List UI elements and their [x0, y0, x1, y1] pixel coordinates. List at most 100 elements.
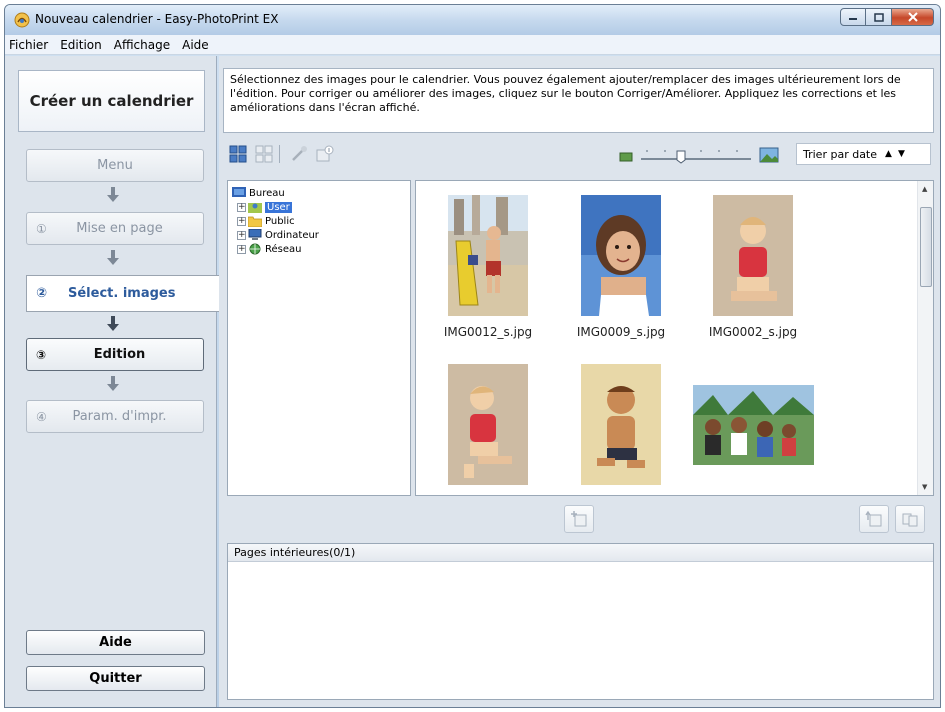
toolbar-separator	[279, 145, 280, 163]
photo-thumbnail[interactable]	[581, 364, 661, 485]
expand-icon[interactable]: +	[237, 202, 246, 212]
tree-label: User	[265, 201, 292, 213]
thumbnail-caption: IMG0012_s.jpg	[443, 325, 533, 339]
scrollbar-thumb[interactable]	[920, 207, 932, 287]
menu-button[interactable]: Menu	[26, 149, 204, 182]
tree-item-user[interactable]: + User	[237, 200, 292, 214]
thumbnail-area: IMG0012_s.jpg IMG0009_s.jpg IMG0002_s.jp…	[415, 180, 934, 496]
tree-label: Réseau	[265, 243, 302, 255]
main-area: Sélectionnez des images pour le calendri…	[219, 56, 940, 707]
user-folder-icon	[248, 203, 262, 213]
menu-edition[interactable]: Edition	[54, 38, 108, 52]
tree-item-ordinateur[interactable]: + Ordinateur	[237, 228, 319, 242]
thumbnail-caption: IMG0009_s.jpg	[576, 325, 666, 339]
step-select-images[interactable]: ② Sélect. images	[26, 275, 219, 312]
menu-aide[interactable]: Aide	[176, 38, 215, 52]
small-image-icon	[619, 152, 633, 162]
maximize-button[interactable]	[866, 8, 892, 26]
zoom-slider[interactable]	[637, 146, 755, 164]
sort-dropdown[interactable]: Trier par date ▲ ▼	[796, 143, 931, 165]
chevron-down-icon[interactable]: ▼	[898, 149, 905, 159]
scroll-down-icon[interactable]: ▼	[922, 483, 927, 491]
tree-label: Bureau	[249, 187, 285, 199]
folder-tree: Bureau + User + Public + Ordinateur + Ré…	[227, 180, 411, 496]
app-icon	[14, 12, 30, 28]
move-image-icon	[865, 510, 882, 527]
inner-pages-panel: Pages intérieures(0/1)	[227, 543, 934, 700]
photo-thumbnail[interactable]	[448, 364, 528, 485]
step-label: Sélect. images	[68, 286, 176, 301]
tree-item-bureau[interactable]: Bureau	[232, 186, 285, 200]
step-param-impr[interactable]: ④ Param. d'impr.	[26, 400, 204, 433]
network-icon	[249, 243, 261, 255]
minimize-button[interactable]	[840, 8, 866, 26]
step-number: ①	[36, 221, 47, 236]
step-number: ④	[36, 409, 47, 424]
expand-icon[interactable]: +	[237, 216, 246, 226]
step-label: Param. d'impr.	[72, 409, 167, 424]
close-button[interactable]	[892, 8, 934, 26]
thumbnail-caption: IMG0002_s.jpg	[708, 325, 798, 339]
minimize-icon	[849, 18, 857, 20]
step-number: ②	[36, 286, 48, 301]
quit-button[interactable]: Quitter	[26, 666, 205, 691]
tree-item-public[interactable]: + Public	[237, 214, 295, 228]
step-label: Mise en page	[76, 221, 163, 236]
instructions-text: Sélectionnez des images pour le calendri…	[223, 68, 934, 133]
add-image-button[interactable]	[564, 505, 594, 533]
step-label: Edition	[93, 347, 146, 362]
select-all-icon	[229, 145, 247, 163]
photo-thumbnail[interactable]	[448, 195, 528, 316]
close-icon	[907, 12, 918, 22]
expand-icon[interactable]: +	[237, 244, 246, 254]
arrow-down-icon	[107, 250, 119, 265]
toolbar: Trier par date ▲ ▼	[223, 140, 936, 168]
folder-icon	[248, 216, 262, 227]
photo-thumbnail[interactable]	[713, 195, 793, 316]
menu-button-label: Menu	[97, 158, 133, 173]
zoom-control	[619, 146, 779, 164]
menu-affichage[interactable]: Affichage	[108, 38, 176, 52]
menu-fichier[interactable]: Fichier	[5, 38, 54, 52]
arrow-down-icon	[107, 187, 119, 202]
sidebar-header: Créer un calendrier	[18, 70, 205, 132]
app-window: Nouveau calendrier - Easy-PhotoPrint EX …	[4, 4, 941, 708]
expand-icon[interactable]: +	[237, 230, 246, 240]
step-mise-en-page[interactable]: ① Mise en page	[26, 212, 204, 245]
arrow-down-icon	[107, 316, 119, 331]
tree-label: Ordinateur	[265, 229, 319, 241]
move-image-button[interactable]	[859, 505, 889, 533]
add-image-icon	[571, 511, 587, 527]
sort-ascending-icon[interactable]: ▲	[885, 149, 892, 159]
help-button[interactable]: Aide	[26, 630, 205, 655]
menu-bar: Fichier Edition Affichage Aide	[5, 35, 940, 55]
deselect-all-button[interactable]	[253, 143, 275, 165]
sidebar: Créer un calendrier Menu ① Mise en page …	[5, 56, 219, 707]
remove-all-button[interactable]	[895, 505, 925, 533]
maximize-icon	[873, 12, 884, 22]
arrow-down-icon	[107, 376, 119, 391]
scroll-up-icon[interactable]: ▲	[922, 185, 927, 193]
window-title: Nouveau calendrier - Easy-PhotoPrint EX	[35, 12, 279, 26]
tree-item-reseau[interactable]: + Réseau	[237, 242, 301, 256]
desktop-icon	[232, 187, 246, 197]
image-info-button[interactable]	[314, 143, 336, 165]
thumbnail-scrollbar[interactable]: ▲ ▼	[917, 181, 933, 495]
computer-icon	[248, 229, 262, 240]
tree-label: Public	[265, 215, 295, 227]
step-number: ③	[36, 347, 47, 362]
large-image-icon	[759, 147, 779, 163]
correct-enhance-button[interactable]	[288, 143, 310, 165]
window-controls	[840, 8, 934, 28]
title-bar: Nouveau calendrier - Easy-PhotoPrint EX	[5, 5, 940, 35]
step-edition[interactable]: ③ Edition	[26, 338, 204, 371]
wand-icon	[292, 146, 307, 161]
photo-thumbnail[interactable]	[581, 195, 661, 316]
remove-images-icon	[902, 513, 918, 527]
image-info-icon	[316, 145, 334, 162]
photo-thumbnail[interactable]	[693, 385, 814, 465]
select-all-button[interactable]	[227, 143, 249, 165]
sort-label: Trier par date	[803, 147, 878, 161]
deselect-all-icon	[255, 145, 273, 163]
inner-pages-header: Pages intérieures(0/1)	[228, 544, 933, 562]
